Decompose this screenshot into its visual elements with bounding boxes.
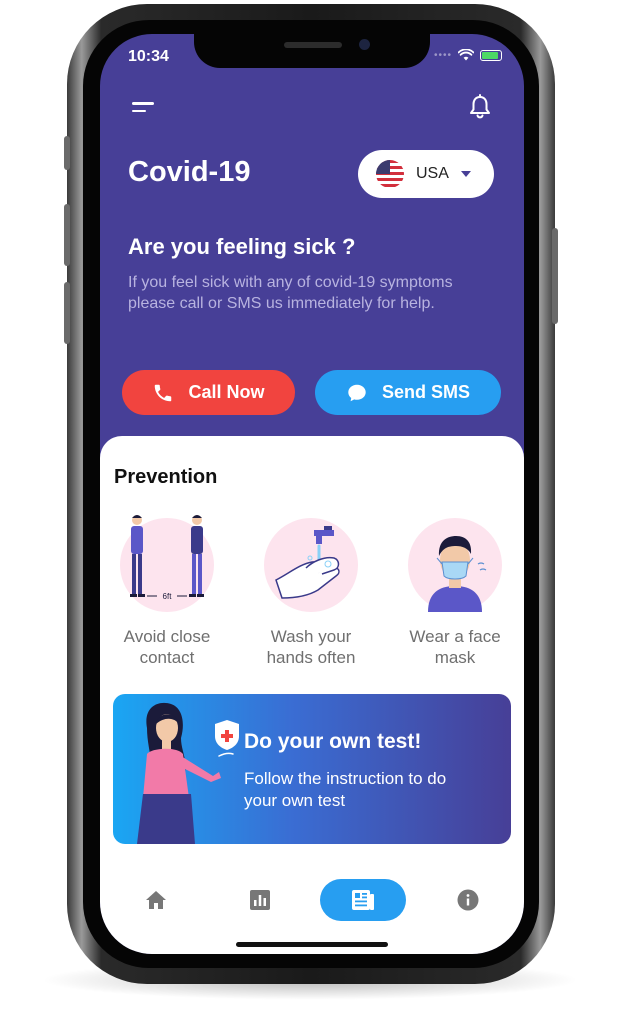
home-indicator[interactable] [236,942,388,947]
home-icon [146,891,166,909]
page-title: Covid-19 [128,156,251,188]
prevention-label: Wash your hands often [266,627,356,667]
send-sms-button[interactable]: Send SMS [315,370,501,415]
country-picker[interactable]: USA [358,150,494,198]
news-icon [352,890,374,910]
face-mask-illustration [408,518,502,612]
wash-hands-illustration [264,518,358,612]
speaker [284,42,342,48]
status-icons: •••• [434,49,502,61]
bottom-tab-bar [100,876,524,926]
bell-icon[interactable] [468,94,492,120]
phone-mute-switch [64,136,70,170]
wifi-icon [458,49,474,61]
status-time: 10:34 [128,48,169,65]
app-screen: 10:34 •••• Covid-19 USA Are you feeling … [100,34,524,954]
battery-icon [480,49,502,61]
menu-icon[interactable] [132,102,154,116]
banner-title: Do your own test! [244,730,422,753]
call-now-label: Call Now [188,382,265,402]
prevention-label: Avoid close contact [123,627,211,667]
sick-description: If you feel sick with any of covid-19 sy… [128,274,453,312]
woman-illustration [137,702,239,844]
us-flag-icon [376,160,404,188]
notch [194,34,430,68]
chat-bubble-icon [346,382,368,404]
phone-power-button [552,228,558,324]
distance-label: 6ft [163,592,173,601]
banner-text: Follow the instruction to do your own te… [244,769,447,810]
prevention-label: Wear a face mask [409,627,501,667]
camera-icon [359,39,370,50]
send-sms-label: Send SMS [381,382,470,402]
prevention-item-avoid-contact[interactable]: 6ft Avoid close contact [102,515,232,668]
country-label: USA [416,165,449,182]
signal-dots: •••• [433,49,452,61]
chart-icon [250,890,270,910]
call-now-button[interactable]: Call Now [122,370,295,415]
self-test-banner[interactable]: Do your own test! Follow the instruction… [113,694,511,844]
content-sheet: Prevention 6ft Avoid close contact Wash … [100,436,524,954]
prevention-item-wash-hands[interactable]: Wash your hands often [246,518,376,668]
phone-volume-down [64,282,70,344]
tab-home[interactable] [136,879,176,921]
caret-down-icon [460,171,471,177]
phone-volume-up [64,204,70,266]
avoid-contact-illustration: 6ft [120,515,214,612]
tab-stats[interactable] [240,879,280,921]
tab-info[interactable] [448,879,488,921]
info-icon [457,889,479,911]
sick-heading: Are you feeling sick ? [128,234,356,259]
tab-news[interactable] [320,879,406,921]
prevention-item-face-mask[interactable]: Wear a face mask [390,518,520,668]
phone-icon [152,382,174,404]
prevention-heading: Prevention [114,466,218,488]
